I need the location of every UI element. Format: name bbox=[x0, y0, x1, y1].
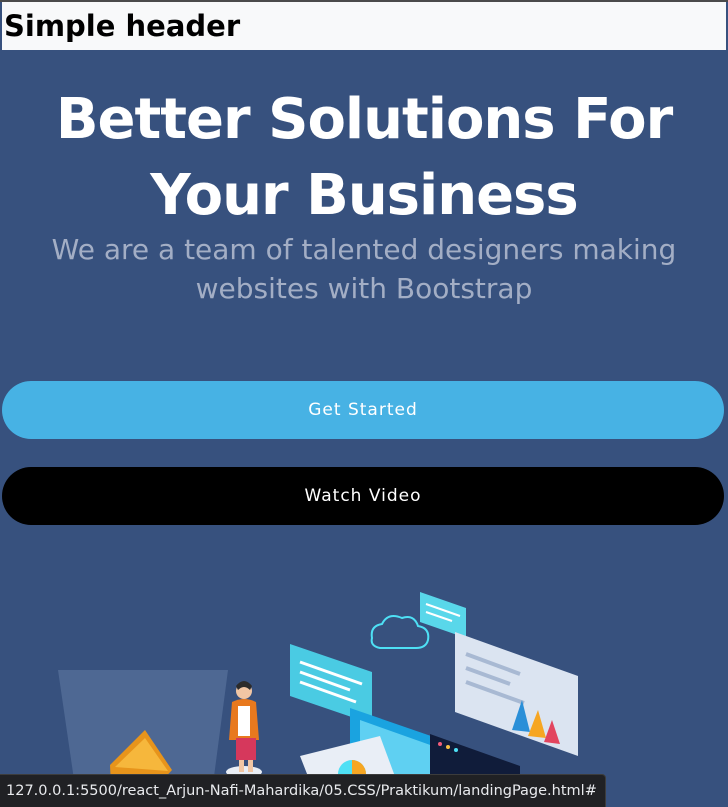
hero-subtitle: We are a team of talented designers maki… bbox=[51, 233, 677, 305]
landing-page: Simple header Better Solutions For Your … bbox=[0, 0, 728, 807]
watch-video-button[interactable]: Watch Video bbox=[2, 467, 724, 525]
header-title: Simple header bbox=[4, 8, 241, 43]
hero-illustration bbox=[58, 592, 578, 807]
person-figure bbox=[226, 681, 262, 778]
status-bar-url: 127.0.0.1:5500/react_Arjun-Nafi-Mahardik… bbox=[6, 783, 597, 799]
hero-title-line-2: Your Business bbox=[150, 163, 578, 228]
hero-title-line-1: Better Solutions For bbox=[55, 87, 673, 152]
hero-title: Better Solutions For Your Business bbox=[0, 82, 728, 234]
browser-status-bar: 127.0.0.1:5500/react_Arjun-Nafi-Mahardik… bbox=[0, 774, 606, 807]
simple-header: Simple header bbox=[2, 2, 726, 50]
cloud-icon bbox=[370, 615, 430, 649]
get-started-button[interactable]: Get Started bbox=[2, 381, 724, 439]
chart-panel-right bbox=[455, 632, 578, 756]
